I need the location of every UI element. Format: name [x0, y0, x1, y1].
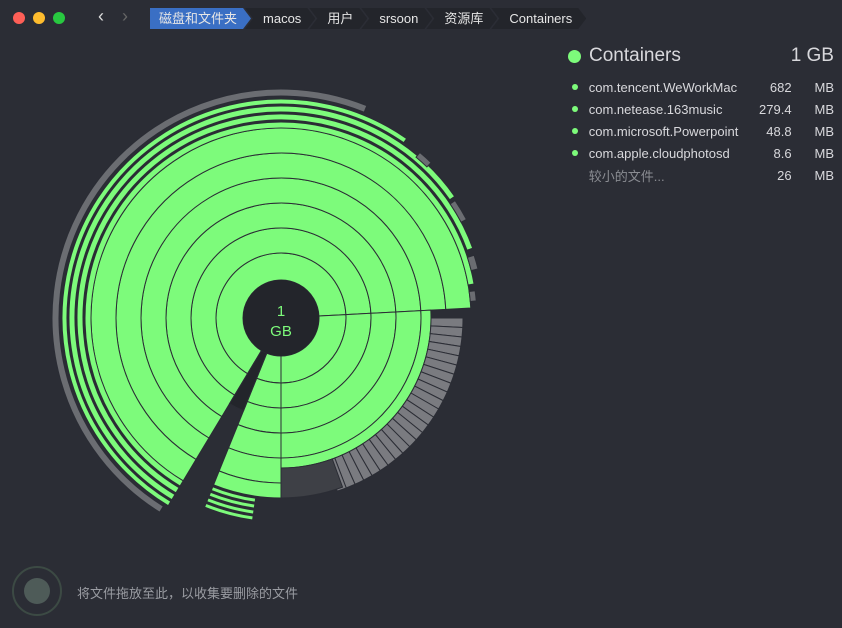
folder-size: 1 GB: [790, 45, 834, 66]
list-item[interactable]: com.tencent.WeWorkMac 682 MB: [568, 76, 834, 98]
folder-color-dot: [568, 49, 581, 63]
details-panel: Containers 1 GB com.tencent.WeWorkMac 682 M…: [568, 44, 834, 186]
center-size-label: 1: [277, 303, 285, 320]
small-segment[interactable]: [468, 290, 477, 302]
list-item[interactable]: 较小的文件... 26 MB: [568, 164, 834, 186]
drop-zone-hint: 将文件拖放至此，以收集要删除的文件: [77, 586, 299, 601]
collector-drop-zone[interactable]: [12, 566, 62, 616]
list-item[interactable]: com.microsoft.Powerpoint 48.8 MB: [568, 120, 834, 142]
folder-title: Containers: [589, 45, 681, 66]
list-item[interactable]: com.apple.cloudphotosd 8.6 MB: [568, 142, 834, 164]
center-size-label: GB: [270, 323, 292, 340]
list-item[interactable]: com.netease.163music 279.4 MB: [568, 98, 834, 120]
